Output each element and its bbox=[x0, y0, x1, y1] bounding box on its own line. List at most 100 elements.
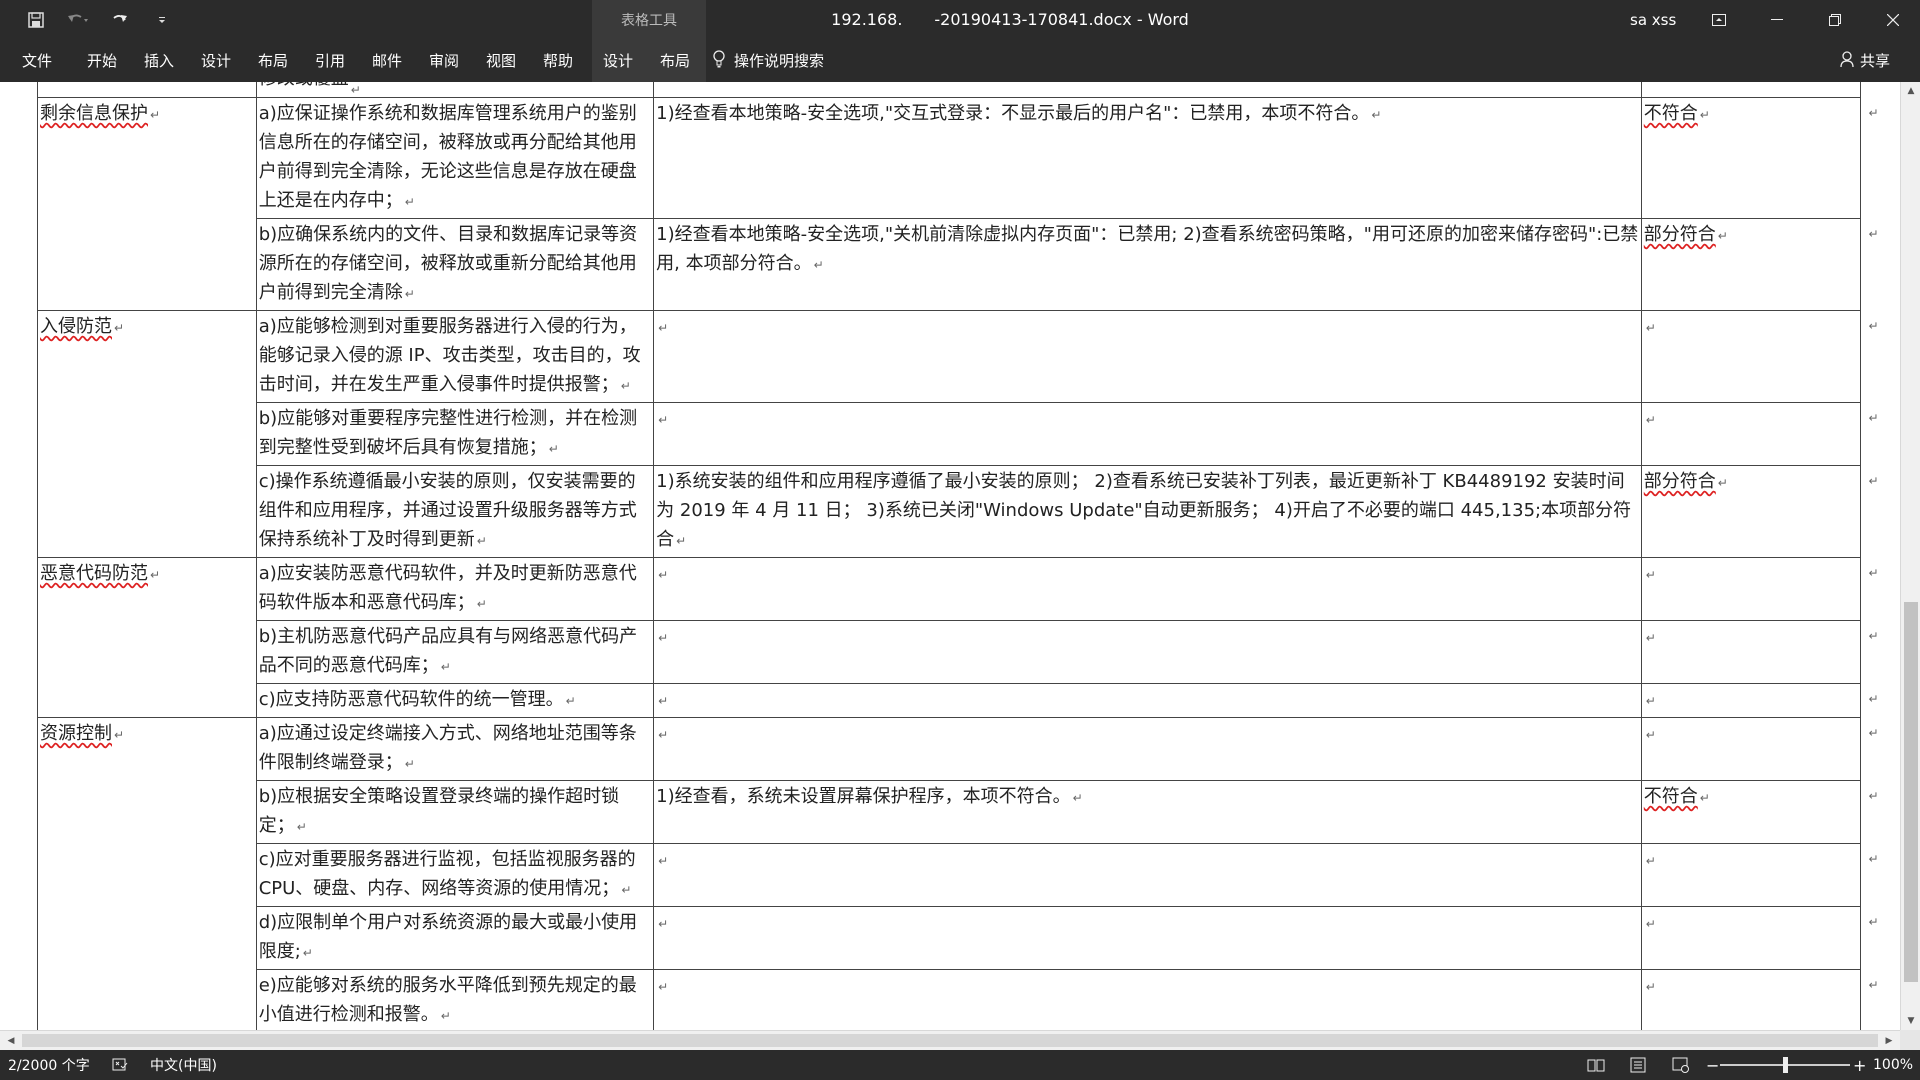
tab-table-design[interactable]: 设计 bbox=[603, 39, 633, 82]
requirement-cell[interactable]: c)应对重要服务器进行监视，包括监视服务器的 CPU、硬盘、内存、网络等资源的使… bbox=[255, 843, 655, 907]
result-cell[interactable]: ↵ bbox=[1640, 620, 1861, 684]
category-cell[interactable]: 入侵防范 ↵ bbox=[37, 310, 257, 558]
requirement-cell[interactable]: a)应安装防恶意代码软件，并及时更新防恶意代码软件版本和恶意代码库； ↵ bbox=[255, 557, 655, 621]
result-cell[interactable]: 不符合 ↵ bbox=[1640, 97, 1861, 219]
zoom-out-icon[interactable]: − bbox=[1706, 1050, 1719, 1080]
document-canvas[interactable]: 修改或覆盖↵剩余信息保护↵a)应保证操作系统和数据库管理系统用户的鉴别信息所在的… bbox=[0, 82, 1900, 1030]
paragraph-mark-icon: ↵ bbox=[114, 321, 125, 335]
result-cell[interactable]: 不符合 ↵ bbox=[1640, 780, 1861, 844]
scroll-up-icon[interactable]: ▲ bbox=[1901, 82, 1920, 100]
requirement-cell[interactable]: a)应保证操作系统和数据库管理系统用户的鉴别信息所在的存储空间，被释放或再分配给… bbox=[255, 97, 655, 219]
horizontal-scroll-thumb[interactable] bbox=[22, 1034, 1878, 1047]
scroll-down-icon[interactable]: ▼ bbox=[1901, 1012, 1920, 1030]
result-cell[interactable]: ↵ bbox=[1640, 683, 1861, 718]
finding-cell[interactable]: ↵ bbox=[653, 969, 1642, 1030]
requirement-cell[interactable]: e)应能够对系统的服务水平降低到预先规定的最小值进行检测和报警。 ↵ bbox=[255, 969, 655, 1030]
requirement-cell[interactable]: a)应通过设定终端接入方式、网络地址范围等条件限制终端登录； ↵ bbox=[255, 717, 655, 781]
paragraph-mark-icon: ↵ bbox=[658, 568, 669, 582]
table-cell[interactable] bbox=[37, 82, 257, 98]
finding-cell[interactable]: 1)经查看，系统未设置屏幕保护程序，本项不符合。 ↵ bbox=[653, 780, 1642, 844]
tab-table-layout[interactable]: 布局 bbox=[660, 39, 690, 82]
restore-icon[interactable] bbox=[1806, 0, 1864, 39]
row-end-cell: ↵ bbox=[1859, 717, 1900, 781]
redo-icon[interactable] bbox=[104, 8, 136, 32]
finding-cell[interactable]: ↵ bbox=[653, 843, 1642, 907]
minimize-icon[interactable] bbox=[1748, 0, 1806, 39]
requirement-cell[interactable]: b)应能够对重要程序完整性进行检测，并在检测到完整性受到破坏后具有恢复措施； ↵ bbox=[255, 402, 655, 466]
result-cell[interactable]: ↵ bbox=[1640, 310, 1861, 403]
finding-cell[interactable]: ↵ bbox=[653, 557, 1642, 621]
scroll-right-icon[interactable]: ▶ bbox=[1880, 1031, 1898, 1051]
zoom-in-icon[interactable]: + bbox=[1853, 1050, 1866, 1080]
read-mode-icon[interactable] bbox=[1587, 1050, 1605, 1080]
finding-cell[interactable]: ↵ bbox=[653, 717, 1642, 781]
finding-cell[interactable]: ↵ bbox=[653, 906, 1642, 970]
finding-cell[interactable]: ↵ bbox=[653, 620, 1642, 684]
paragraph-mark-icon: ↵ bbox=[302, 946, 313, 960]
finding-text: 1)经查看，系统未设置屏幕保护程序，本项不符合。 bbox=[656, 786, 1071, 807]
proofing-icon[interactable] bbox=[112, 1050, 128, 1080]
finding-cell[interactable]: 1)系统安装的组件和应用程序遵循了最小安装的原则； 2)查看系统已安装补丁列表，… bbox=[653, 465, 1642, 558]
tab-insert[interactable]: 插入 bbox=[144, 39, 174, 82]
row-end-cell: ↵ bbox=[1859, 780, 1900, 844]
result-cell[interactable]: ↵ bbox=[1640, 969, 1861, 1030]
word-count[interactable]: 2/2000 个字 bbox=[8, 1050, 90, 1080]
category-cell[interactable]: 资源控制 ↵ bbox=[37, 717, 257, 1030]
tab-file[interactable]: 文件 bbox=[22, 39, 52, 82]
vertical-scroll-thumb[interactable] bbox=[1904, 602, 1918, 982]
tell-me-search[interactable]: 操作说明搜索 bbox=[712, 39, 824, 82]
result-cell[interactable]: ↵ bbox=[1640, 843, 1861, 907]
save-icon[interactable] bbox=[20, 8, 52, 32]
language-indicator[interactable]: 中文(中国) bbox=[150, 1050, 217, 1080]
requirement-cell[interactable]: c)操作系统遵循最小安装的原则，仅安装需要的组件和应用程序，并通过设置升级服务器… bbox=[255, 465, 655, 558]
table-row: c)应对重要服务器进行监视，包括监视服务器的 CPU、硬盘、内存、网络等资源的使… bbox=[38, 843, 1900, 907]
requirement-cell[interactable]: b)应根据安全策略设置登录终端的操作超时锁定； ↵ bbox=[255, 780, 655, 844]
ribbon-display-options-icon[interactable] bbox=[1690, 0, 1748, 39]
result-cell[interactable]: ↵ bbox=[1640, 402, 1861, 466]
finding-cell[interactable]: ↵ bbox=[653, 402, 1642, 466]
table-cell[interactable]: 修改或覆盖↵ bbox=[255, 82, 655, 98]
tab-references[interactable]: 引用 bbox=[315, 39, 345, 82]
finding-cell[interactable]: 1)经查看本地策略-安全选项,"交互式登录：不显示最后的用户名"：已禁用，本项不… bbox=[653, 97, 1642, 219]
tab-review[interactable]: 审阅 bbox=[429, 39, 459, 82]
scroll-left-icon[interactable]: ◀ bbox=[2, 1031, 20, 1051]
undo-icon[interactable] bbox=[62, 8, 94, 32]
result-cell[interactable]: 部分符合 ↵ bbox=[1640, 218, 1861, 311]
requirement-cell[interactable]: b)主机防恶意代码产品应具有与网络恶意代码产品不同的恶意代码库； ↵ bbox=[255, 620, 655, 684]
finding-cell[interactable]: ↵ bbox=[653, 683, 1642, 718]
horizontal-scrollbar[interactable]: ◀ ▶ bbox=[0, 1030, 1900, 1050]
document-title: 192.168. -20190413-170841.docx - Word bbox=[831, 10, 1189, 29]
tab-design[interactable]: 设计 bbox=[201, 39, 231, 82]
table-cell[interactable] bbox=[1640, 82, 1861, 98]
tab-layout[interactable]: 布局 bbox=[258, 39, 288, 82]
tab-mailings[interactable]: 邮件 bbox=[372, 39, 402, 82]
table-row: 恶意代码防范 ↵ a)应安装防恶意代码软件，并及时更新防恶意代码软件版本和恶意代码库… bbox=[37, 557, 1900, 718]
requirement-cell[interactable]: d)应限制单个用户对系统资源的最大或最小使用限度; ↵ bbox=[255, 906, 655, 970]
vertical-scrollbar[interactable]: ▲ ▼ bbox=[1900, 82, 1920, 1030]
requirement-cell[interactable]: b)应确保系统内的文件、目录和数据库记录等资源所在的存储空间，被释放或重新分配给… bbox=[255, 218, 655, 311]
web-layout-icon[interactable] bbox=[1672, 1050, 1690, 1080]
category-cell[interactable]: 恶意代码防范 ↵ bbox=[37, 557, 257, 718]
close-icon[interactable] bbox=[1864, 0, 1920, 39]
zoom-slider-thumb[interactable] bbox=[1783, 1057, 1788, 1073]
requirements-table: 修改或覆盖↵剩余信息保护↵a)应保证操作系统和数据库管理系统用户的鉴别信息所在的… bbox=[37, 82, 1900, 1030]
finding-cell[interactable]: ↵ bbox=[653, 310, 1642, 403]
user-name[interactable]: sa xss bbox=[1630, 0, 1676, 39]
table-cell[interactable] bbox=[653, 82, 1642, 98]
category-cell[interactable]: 剩余信息保护 ↵ bbox=[37, 97, 257, 311]
print-layout-icon[interactable] bbox=[1630, 1050, 1646, 1080]
result-cell[interactable]: ↵ bbox=[1640, 557, 1861, 621]
tab-view[interactable]: 视图 bbox=[486, 39, 516, 82]
zoom-level[interactable]: 100% bbox=[1873, 1050, 1913, 1080]
requirement-cell[interactable]: a)应能够检测到对重要服务器进行入侵的行为，能够记录入侵的源 IP、攻击类型，攻… bbox=[255, 310, 655, 403]
result-cell[interactable]: 部分符合 ↵ bbox=[1640, 465, 1861, 558]
paragraph-mark-icon: ↵ bbox=[150, 108, 161, 122]
finding-cell[interactable]: 1)经查看本地策略-安全选项,"关机前清除虚拟内存页面"：已禁用; 2)查看系统… bbox=[653, 218, 1642, 311]
tab-help[interactable]: 帮助 bbox=[543, 39, 573, 82]
result-cell[interactable]: ↵ bbox=[1640, 906, 1861, 970]
share-button[interactable]: 共享 bbox=[1840, 39, 1890, 82]
customize-toolbar-icon[interactable] bbox=[146, 8, 178, 32]
requirement-cell[interactable]: c)应支持防恶意代码软件的统一管理。 ↵ bbox=[255, 683, 655, 718]
result-cell[interactable]: ↵ bbox=[1640, 717, 1861, 781]
tab-home[interactable]: 开始 bbox=[87, 39, 117, 82]
